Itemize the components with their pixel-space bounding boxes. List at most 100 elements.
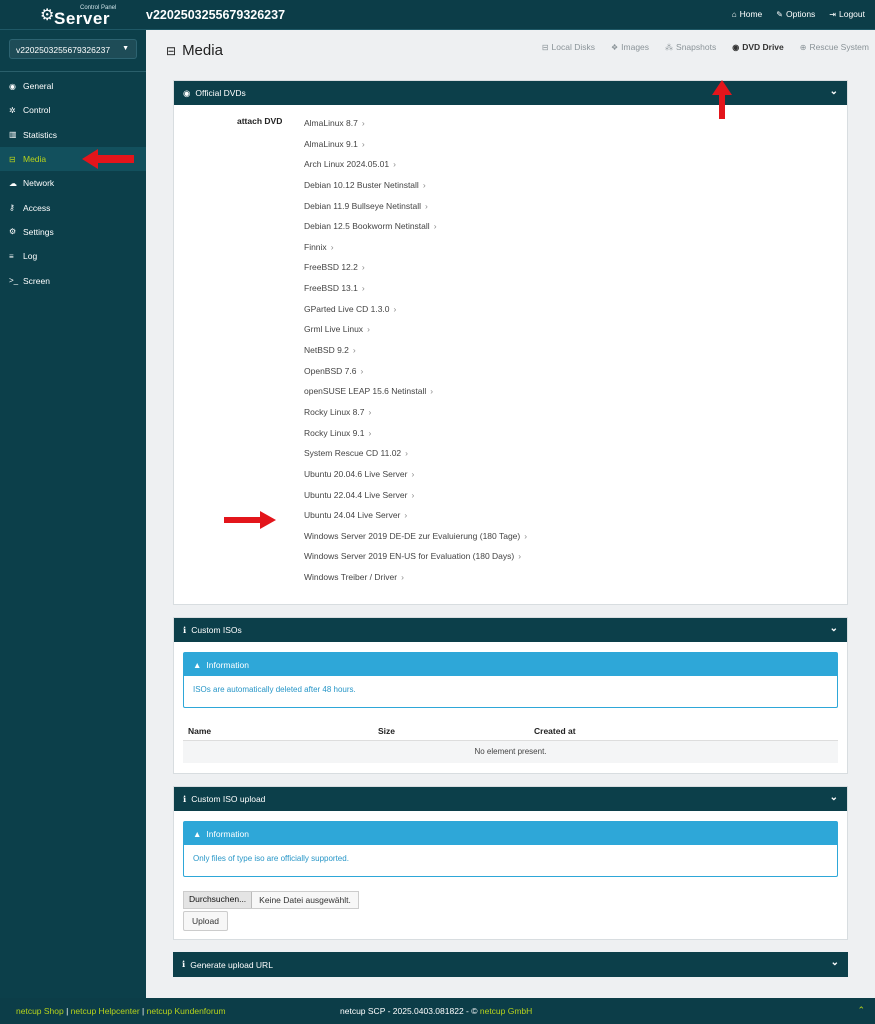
dvd-item[interactable]: System Rescue CD 11.02 › (304, 448, 527, 469)
home-label: Home (739, 9, 763, 19)
dvd-item[interactable]: Rocky Linux 8.7 › (304, 407, 527, 428)
dvd-item[interactable]: Finnix › (304, 242, 527, 263)
company-link[interactable]: netcup GmbH (480, 1006, 532, 1016)
options-link[interactable]: ✎ Options (776, 9, 815, 19)
sidebar-item-log[interactable]: ≡ Log (0, 244, 146, 268)
sidebar-item-label: Statistics (23, 129, 58, 140)
chevron-right-icon: › (368, 406, 372, 417)
dvd-item[interactable]: openSUSE LEAP 15.6 Netinstall › (304, 386, 527, 407)
dvd-item[interactable]: Windows Server 2019 EN-US for Evaluation… (304, 551, 527, 572)
top-nav: ⌂ Home ✎ Options ⇥ Logout (732, 9, 865, 19)
chevron-right-icon: › (361, 118, 365, 128)
hdd-icon: ⊟ (541, 42, 549, 52)
dvd-item[interactable]: Windows Server 2019 DE-DE zur Evaluierun… (304, 531, 527, 552)
dvd-item-label: Windows Server 2019 DE-DE zur Evaluierun… (304, 530, 521, 541)
dvd-item[interactable]: GParted Live CD 1.3.0 › (304, 304, 527, 325)
tab-images[interactable]: ❖ Images (611, 42, 649, 52)
dvd-icon: ◉ (183, 87, 191, 98)
chevron-right-icon: › (401, 572, 404, 583)
dvd-item[interactable]: Rocky Linux 9.1 › (304, 428, 527, 449)
tab-local-disks[interactable]: ⊟ Local Disks (542, 42, 595, 52)
page-title-text: Media (182, 42, 223, 59)
dvd-item[interactable]: OpenBSD 7.6 › (304, 366, 527, 387)
dvd-item[interactable]: Windows Treiber / Driver › (304, 572, 527, 593)
dvd-item[interactable]: Ubuntu 24.04 Live Server › (304, 510, 527, 531)
empty-row: No element present. (183, 741, 838, 763)
generate-upload-url-panel: ℹ Generate upload URL ⌄ (173, 952, 848, 977)
sitemap-icon: ⁂ (665, 42, 674, 52)
chevron-up-icon[interactable]: ⌃ (857, 1005, 865, 1016)
chevron-right-icon: › (361, 138, 365, 149)
generate-upload-url-header[interactable]: ℹ Generate upload URL ⌄ (173, 952, 848, 977)
cloud-icon: ☁ (9, 178, 17, 188)
tab-snapshots[interactable]: ⁂ Snapshots (665, 42, 716, 52)
chevron-down-icon[interactable]: ⌄ (830, 792, 838, 803)
dvd-item-label: FreeBSD 12.2 (304, 262, 358, 273)
logo-text: Server (54, 9, 110, 28)
sidebar-item-control[interactable]: ✲ Control (0, 98, 146, 122)
browse-button[interactable]: Durchsuchen... (184, 892, 253, 908)
dvd-item[interactable]: NetBSD 9.2 › (304, 345, 527, 366)
sidebar-nav: ◉ General ✲ Control ▥ Statistics ⊟ Media ☁ Networ… (0, 74, 146, 293)
tab-dvd-drive[interactable]: ◉ DVD Drive (732, 42, 784, 52)
custom-isos-header[interactable]: ℹ Custom ISOs ⌄ (174, 618, 847, 642)
dvd-item-label: Debian 10.12 Buster Netinstall (304, 179, 419, 190)
tab-label: Snapshots (676, 42, 717, 52)
dvd-item[interactable]: AlmaLinux 8.7 › (304, 118, 527, 139)
column-header-created[interactable]: Created at (534, 726, 576, 736)
dvd-item[interactable]: Debian 12.5 Bookworm Netinstall › (304, 221, 527, 242)
chevron-down-icon[interactable]: ⌄ (831, 957, 839, 968)
media-tabs: ⊟ Local Disks ❖ Images ⁂ Snapshots ◉ DVD Drive ⊕… (542, 42, 869, 52)
dvd-item[interactable]: AlmaLinux 9.1 › (304, 139, 527, 160)
dvd-item[interactable]: Arch Linux 2024.05.01 › (304, 159, 527, 180)
chevron-right-icon: › (524, 530, 528, 541)
tab-rescue-system[interactable]: ⊕ Rescue System (800, 42, 869, 52)
sidebar-item-label: Settings (23, 226, 54, 237)
no-file-text: Keine Datei ausgewählt. (259, 895, 351, 905)
dvd-item[interactable]: Grml Live Linux › (304, 324, 527, 345)
sidebar-item-settings[interactable]: ⚙ Settings (0, 220, 146, 244)
column-header-size[interactable]: Size (378, 726, 534, 736)
dvd-item[interactable]: Debian 11.9 Bullseye Netinstall › (304, 201, 527, 222)
logout-link[interactable]: ⇥ Logout (829, 9, 865, 19)
hdd-icon: ⊟ (166, 43, 177, 58)
dvd-item[interactable]: Debian 10.12 Buster Netinstall › (304, 180, 527, 201)
chevron-right-icon: › (404, 510, 408, 521)
server-control-panel-logo[interactable]: ⚙ Control Panel Server (40, 4, 130, 28)
upload-button[interactable]: Upload (183, 911, 228, 931)
dvd-item-label: OpenBSD 7.6 (304, 365, 357, 376)
server-select[interactable]: v2202503255679326237 ▼ (9, 39, 137, 59)
home-link[interactable]: ⌂ Home (732, 9, 763, 19)
sidebar-item-general[interactable]: ◉ General (0, 74, 146, 98)
official-dvds-header[interactable]: ◉ Official DVDs ⌄ (174, 81, 847, 105)
custom-iso-upload-panel: ℹ Custom ISO upload ⌄ ▲ Information Only… (173, 786, 848, 940)
sidebar-item-access[interactable]: ⚷ Access (0, 195, 146, 219)
dvd-item-label: FreeBSD 13.1 (304, 283, 358, 294)
column-header-name[interactable]: Name (183, 726, 378, 736)
helpcenter-link[interactable]: netcup Helpcenter (71, 1006, 140, 1016)
chevron-right-icon: › (518, 551, 522, 562)
info-alert-title: Information (206, 659, 249, 670)
chevron-right-icon: › (361, 262, 365, 273)
shop-link[interactable]: netcup Shop (16, 1006, 64, 1016)
sidebar-item-screen[interactable]: >_ Screen (0, 268, 146, 292)
forum-link[interactable]: netcup Kundenforum (147, 1006, 226, 1016)
caret-down-icon: ▼ (122, 45, 129, 52)
chevron-down-icon[interactable]: ⌄ (830, 86, 838, 97)
sidebar-item-network[interactable]: ☁ Network (0, 171, 146, 195)
chevron-down-icon[interactable]: ⌄ (830, 623, 838, 634)
version-text: netcup SCP - 2025.0403.081822 - © (340, 1006, 478, 1016)
chevron-right-icon: › (393, 303, 397, 314)
logout-icon: ⇥ (829, 9, 836, 19)
info-icon: ℹ (182, 959, 186, 969)
dvd-item[interactable]: FreeBSD 13.1 › (304, 283, 527, 304)
chevron-right-icon: › (367, 324, 370, 335)
chevron-right-icon: › (393, 159, 396, 170)
dvd-item[interactable]: FreeBSD 12.2 › (304, 262, 527, 283)
dvd-item[interactable]: Ubuntu 20.04.6 Live Server › (304, 469, 527, 490)
dvd-item[interactable]: Ubuntu 22.04.4 Live Server › (304, 490, 527, 511)
info-alert-header: ▲ Information (184, 653, 837, 676)
file-input[interactable]: Durchsuchen... Keine Datei ausgewählt. (183, 891, 359, 909)
sidebar-item-statistics[interactable]: ▥ Statistics (0, 123, 146, 147)
custom-iso-upload-header[interactable]: ℹ Custom ISO upload ⌄ (174, 787, 847, 811)
